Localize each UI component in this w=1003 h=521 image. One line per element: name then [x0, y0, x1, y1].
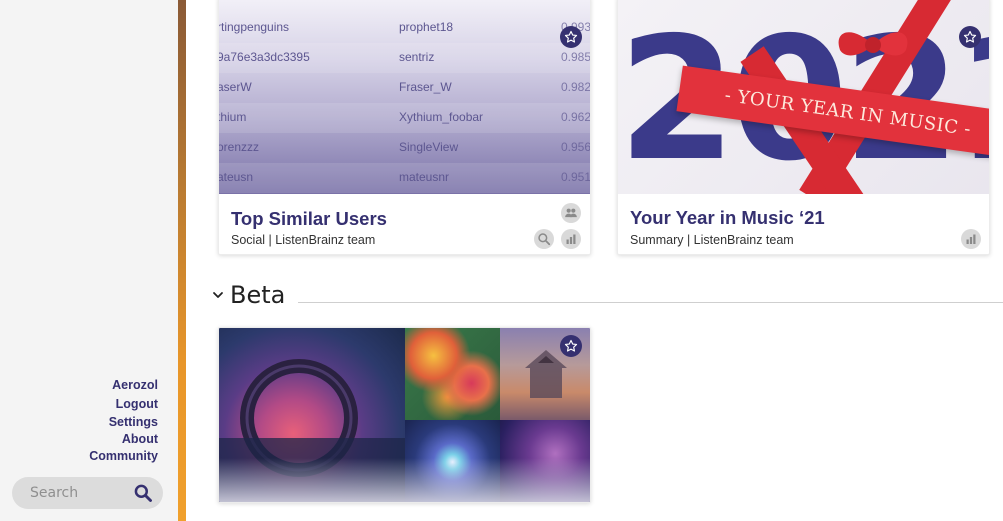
- bar-chart-icon: [566, 234, 576, 244]
- card-title[interactable]: Top Similar Users: [231, 208, 387, 230]
- artwork-collage: [219, 328, 590, 502]
- card-year-in-music[interactable]: 2021 - YOUR YEAR IN MUSIC - Your Year in…: [617, 0, 990, 255]
- table-row: 9a76e3a3dc3395 sentriz 0.985: [219, 43, 590, 73]
- card-subtitle: Social | ListenBrainz team: [231, 233, 376, 247]
- star-icon: [564, 339, 578, 352]
- table-cell-score: 0.985: [561, 50, 590, 64]
- table-cell-user: ateusn: [219, 170, 254, 184]
- table-row: orenzzz SingleView 0.956: [219, 133, 590, 163]
- table-row: ateusn mateusnr 0.951: [219, 163, 590, 193]
- table-cell-user: rtingpenguins: [219, 20, 290, 34]
- gift-bow-icon: [838, 32, 908, 56]
- users-icon: [565, 208, 577, 218]
- table-cell-score: 0.951: [561, 170, 590, 184]
- search-icon[interactable]: [133, 483, 153, 503]
- table-cell-user: aserW: [219, 80, 252, 94]
- card-subtitle: Summary | ListenBrainz team: [630, 233, 794, 247]
- sidebar: Aerozol Logout Settings About Community: [0, 0, 178, 521]
- sidebar-community-link[interactable]: Community: [89, 448, 158, 465]
- table-cell-similar-user: sentriz: [399, 50, 435, 64]
- sidebar-username-link[interactable]: Aerozol: [89, 377, 158, 394]
- table-cell-similar-user: SingleView: [399, 140, 459, 154]
- star-icon: [963, 30, 977, 43]
- search-box: [12, 477, 163, 509]
- favorite-star-button[interactable]: [959, 26, 981, 48]
- search-icon: [538, 233, 551, 246]
- table-cell-similar-user: Fraser_W: [399, 80, 452, 94]
- table-cell-score: 0.982: [561, 80, 590, 94]
- table-cell-user: thium: [219, 110, 247, 124]
- table-row: thium Xythium_foobar 0.962: [219, 103, 590, 133]
- artwork-flowers: [405, 328, 500, 420]
- card-title[interactable]: Your Year in Music ‘21: [630, 207, 825, 229]
- star-icon: [564, 30, 578, 43]
- sidebar-links: Aerozol Logout Settings About Community: [89, 377, 158, 465]
- table-cell-user: orenzzz: [219, 140, 260, 154]
- card-beta-artwork[interactable]: [218, 327, 591, 503]
- table-cell-similar-user: mateusnr: [399, 170, 450, 184]
- year-in-music-banner: 2021 - YOUR YEAR IN MUSIC -: [618, 0, 989, 194]
- search-input[interactable]: [30, 485, 130, 501]
- card-top-similar-users[interactable]: rtingpenguinsprophet180.9939a76e3a3dc339…: [218, 0, 591, 255]
- table-row: rtingpenguinsprophet180.993: [219, 13, 590, 43]
- table-cell-score: 0.956: [561, 140, 590, 154]
- users-icon-button[interactable]: [561, 203, 581, 223]
- beta-section-title: Beta: [230, 281, 286, 309]
- page: Aerozol Logout Settings About Community …: [0, 0, 1003, 521]
- sidebar-about-link[interactable]: About: [89, 431, 158, 448]
- search-icon-button[interactable]: [534, 229, 554, 249]
- bar-chart-icon: [966, 234, 976, 244]
- stats-icon-button[interactable]: [961, 229, 981, 249]
- table-cell-similar-user: Xythium_foobar: [399, 110, 484, 124]
- table-cell-similar-user: prophet18: [399, 20, 454, 34]
- similar-users-preview: rtingpenguinsprophet180.9939a76e3a3dc339…: [219, 0, 590, 194]
- stats-icon-button[interactable]: [561, 229, 581, 249]
- favorite-star-button[interactable]: [560, 26, 582, 48]
- favorite-star-button[interactable]: [560, 335, 582, 357]
- table-row: aserW Fraser_W 0.982: [219, 73, 590, 103]
- beta-section-header[interactable]: Beta: [212, 281, 285, 309]
- sidebar-settings-link[interactable]: Settings: [89, 414, 158, 431]
- sidebar-logout-link[interactable]: Logout: [89, 396, 158, 413]
- table-cell-score: 0.962: [561, 110, 590, 124]
- section-divider: [298, 302, 1003, 303]
- sidebar-accent-bar: [178, 0, 186, 521]
- artwork-fade-overlay: [219, 458, 590, 502]
- chevron-down-icon[interactable]: [212, 289, 224, 301]
- table-cell-user: 9a76e3a3dc3395: [219, 50, 310, 64]
